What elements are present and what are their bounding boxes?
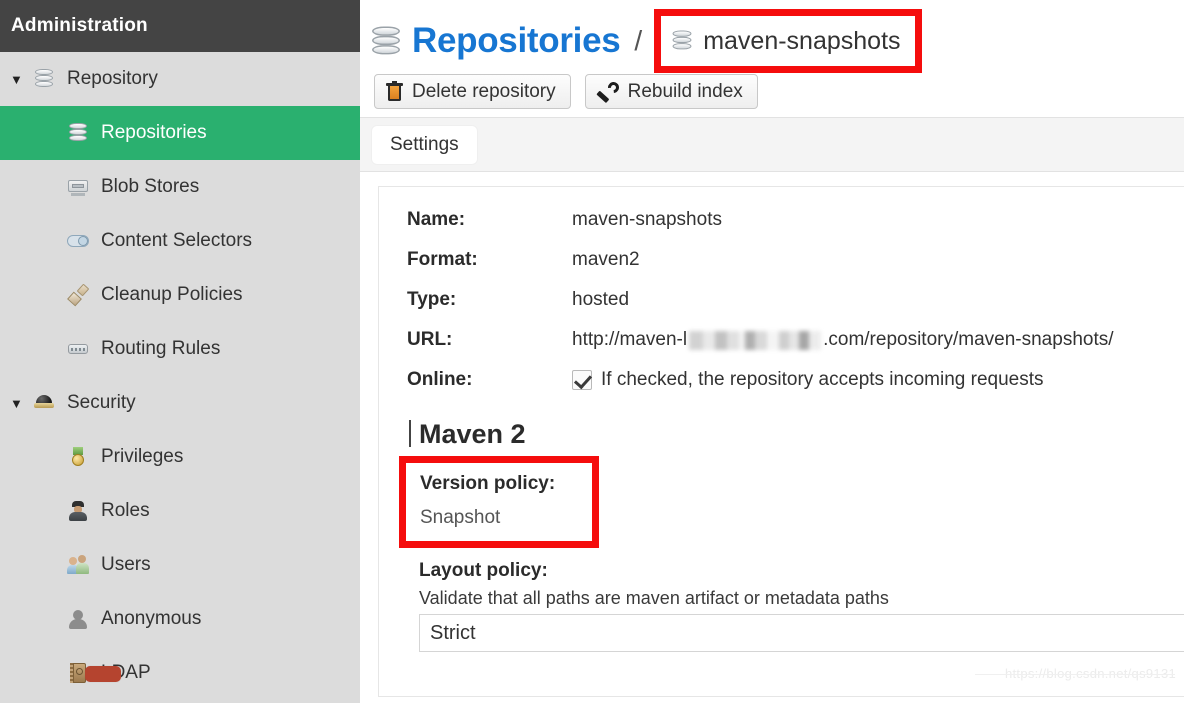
field-name: Name: maven-snapshots bbox=[407, 209, 1184, 231]
users-icon bbox=[66, 553, 90, 577]
layout-policy-selected-value: Strict bbox=[430, 621, 476, 644]
url-suffix: .com/repository/maven-snapshots/ bbox=[823, 329, 1114, 350]
layout-policy-help: Validate that all paths are maven artifa… bbox=[419, 588, 889, 608]
sidebar-header: Administration bbox=[0, 0, 360, 52]
sidebar-item-label: Content Selectors bbox=[101, 230, 253, 251]
online-description: If checked, the repository accepts incom… bbox=[601, 369, 1044, 390]
field-format: Format: maven2 bbox=[407, 249, 1184, 271]
field-label: Name: bbox=[407, 209, 466, 230]
sidebar-header-title: Administration bbox=[11, 15, 148, 36]
field-online: Online: If checked, the repository accep… bbox=[407, 369, 1184, 391]
sidebar-item-repositories[interactable]: Repositories bbox=[0, 106, 360, 160]
medal-icon bbox=[66, 445, 90, 469]
field-value: maven2 bbox=[572, 249, 640, 270]
chevron-down-icon[interactable]: ▼ bbox=[10, 73, 32, 86]
main-content: Repositories / maven-snapshots Delete re… bbox=[360, 0, 1184, 703]
sidebar-item-privileges[interactable]: Privileges bbox=[0, 430, 360, 484]
sidebar-item-label: Roles bbox=[101, 500, 150, 521]
rebuild-index-label: Rebuild index bbox=[627, 80, 743, 102]
address-book-icon bbox=[66, 661, 121, 685]
sidebar-item-cleanup-policies[interactable]: Cleanup Policies bbox=[0, 268, 360, 322]
field-type: Type: hosted bbox=[407, 289, 1184, 311]
rebuild-index-button[interactable]: Rebuild index bbox=[584, 74, 758, 109]
anonymous-user-icon bbox=[66, 607, 90, 631]
database-icon bbox=[670, 28, 695, 53]
sidebar-item-label: Privileges bbox=[101, 446, 184, 467]
page-title[interactable]: Repositories bbox=[412, 21, 621, 61]
delete-repository-label: Delete repository bbox=[412, 80, 556, 102]
sidebar-item-label: Blob Stores bbox=[101, 176, 200, 197]
tab-settings-label: Settings bbox=[390, 133, 459, 155]
database-icon bbox=[66, 121, 90, 145]
maven-section-title: Maven 2 bbox=[409, 419, 1184, 450]
field-value: maven-snapshots bbox=[572, 209, 722, 230]
sidebar-group-label-repository: Repository bbox=[67, 68, 158, 89]
sidebar-item-roles[interactable]: Roles bbox=[0, 484, 360, 538]
breadcrumb-separator: / bbox=[634, 25, 643, 56]
toggle-icon bbox=[66, 229, 90, 253]
blob-store-icon bbox=[66, 175, 90, 199]
version-policy-label: Version policy: bbox=[420, 473, 556, 494]
layout-policy-select[interactable]: Strict bbox=[419, 614, 1184, 652]
sidebar-item-routing-rules[interactable]: Routing Rules bbox=[0, 322, 360, 376]
field-label: Online: bbox=[407, 369, 473, 390]
toolbar: Delete repository Rebuild index bbox=[360, 70, 1184, 109]
brush-icon bbox=[66, 283, 90, 307]
field-label: Type: bbox=[407, 289, 457, 310]
router-icon bbox=[66, 337, 90, 361]
delete-repository-button[interactable]: Delete repository bbox=[374, 74, 571, 109]
sidebar-group-label-security: Security bbox=[67, 392, 136, 413]
settings-panel-wrapper: Name: maven-snapshots Format: maven2 Typ… bbox=[360, 172, 1184, 697]
tab-settings[interactable]: Settings bbox=[372, 125, 477, 164]
sidebar-item-label: Routing Rules bbox=[101, 338, 221, 359]
database-icon bbox=[367, 23, 404, 60]
online-checkbox[interactable] bbox=[572, 370, 592, 390]
sidebar-group-security[interactable]: ▼ Security bbox=[0, 376, 360, 430]
sidebar-item-content-selectors[interactable]: Content Selectors bbox=[0, 214, 360, 268]
sidebar-item-users[interactable]: Users bbox=[0, 538, 360, 592]
sidebar-item-anonymous[interactable]: Anonymous bbox=[0, 592, 360, 646]
sidebar-item-label: Repositories bbox=[101, 122, 207, 143]
officer-icon bbox=[66, 499, 90, 523]
sidebar-group-repository[interactable]: ▼ Repository bbox=[0, 52, 360, 106]
url-prefix: http://maven-l bbox=[572, 329, 688, 350]
redacted-host-segment bbox=[689, 330, 822, 350]
breadcrumb: Repositories / maven-snapshots bbox=[360, 0, 1184, 73]
sidebar-item-label: Anonymous bbox=[101, 608, 202, 629]
field-label: Format: bbox=[407, 249, 478, 270]
breadcrumb-current-highlight: maven-snapshots bbox=[654, 9, 922, 73]
watermark: https://blog.csdn.net/qs9131 bbox=[974, 666, 1176, 681]
field-label: URL: bbox=[407, 329, 453, 350]
alarm-bell-icon bbox=[32, 391, 56, 415]
wrench-icon bbox=[595, 79, 621, 103]
trash-icon bbox=[386, 80, 403, 102]
breadcrumb-current-label: maven-snapshots bbox=[703, 26, 901, 55]
field-value: http://maven-l .com/repository/maven-sna… bbox=[572, 329, 1114, 351]
field-url: URL: http://maven-l .com/repository/mave… bbox=[407, 329, 1184, 351]
sidebar-item-label: Cleanup Policies bbox=[101, 284, 243, 305]
sidebar-item-ldap[interactable]: LDAP bbox=[0, 646, 360, 700]
sidebar-item-label: Users bbox=[101, 554, 151, 575]
nexus-admin-screen: Administration ▼ Repository Repositories… bbox=[0, 0, 1184, 703]
chevron-down-icon[interactable]: ▼ bbox=[10, 397, 32, 410]
version-policy-highlight: Version policy: Snapshot bbox=[399, 456, 599, 548]
sidebar-item-blob-stores[interactable]: Blob Stores bbox=[0, 160, 360, 214]
field-value: hosted bbox=[572, 289, 630, 310]
layout-policy-label: Layout policy: bbox=[419, 560, 548, 581]
admin-sidebar: Administration ▼ Repository Repositories… bbox=[0, 0, 360, 703]
tab-bar: Settings bbox=[360, 117, 1184, 172]
field-value: If checked, the repository accepts incom… bbox=[572, 369, 1044, 391]
settings-panel: Name: maven-snapshots Format: maven2 Typ… bbox=[378, 186, 1184, 697]
database-icon bbox=[32, 67, 56, 91]
version-policy-value: Snapshot bbox=[420, 507, 501, 528]
